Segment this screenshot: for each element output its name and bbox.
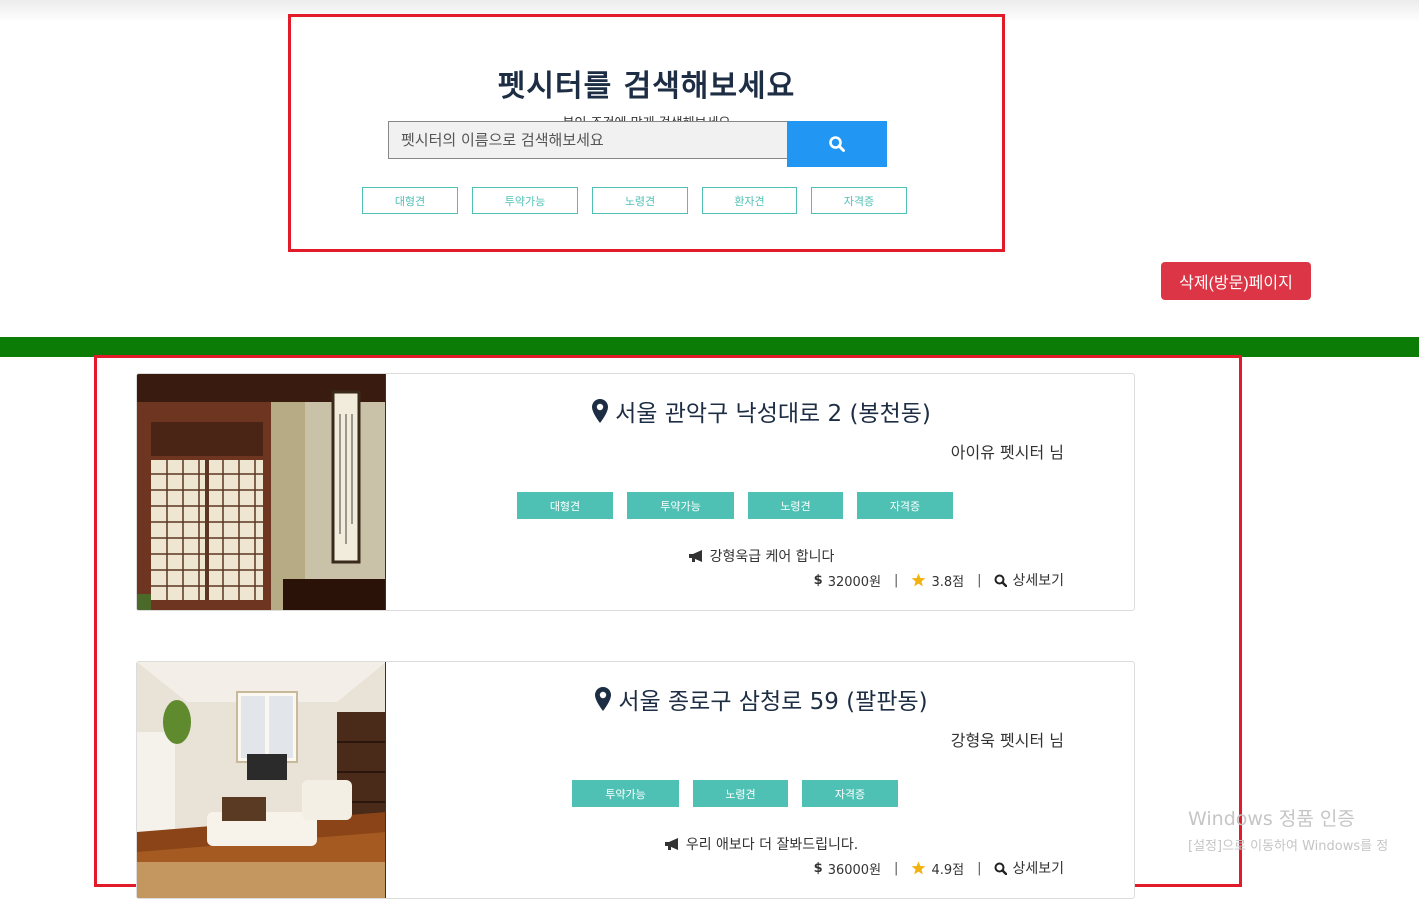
sitter-address: 서울 종로구 삼청로 59 (팔판동) <box>618 689 928 715</box>
sitter-rating: 4.9점 <box>931 862 965 878</box>
windows-activation-watermark: Windows 정품 인증 [설정]으로 이동하여 Windows를 정 <box>1188 804 1388 854</box>
search-icon <box>994 574 1008 587</box>
star-icon <box>912 573 926 587</box>
filter-tag-certificate[interactable]: 자격증 <box>811 187 907 214</box>
search-input[interactable] <box>388 121 788 159</box>
sitter-name: 아이유 펫시터 님 <box>950 443 1064 462</box>
green-divider <box>0 337 1419 357</box>
sitter-card[interactable]: 서울 관악구 낙성대로 2 (봉천동) 아이유 펫시터 님 대형견 투약가능 노… <box>136 373 1135 611</box>
search-icon <box>829 136 845 152</box>
search-section: 펫시터를 검색해보세요 본인 조건에 맞게 검색해보세요 대형견 투약가능 노령… <box>288 14 1005 252</box>
divider: | <box>894 572 899 588</box>
dollar-icon: $ <box>813 572 823 588</box>
divider: | <box>977 572 982 588</box>
search-button[interactable] <box>787 121 887 167</box>
filter-tag-large-dog[interactable]: 대형견 <box>362 187 458 214</box>
detail-link[interactable]: 상세보기 <box>1012 570 1064 590</box>
sitter-tag: 자격증 <box>857 492 953 519</box>
sitter-card[interactable]: 서울 종로구 삼청로 59 (팔판동) 강형욱 펫시터 님 투약가능 노령견 자… <box>136 661 1135 899</box>
sitter-name: 강형욱 펫시터 님 <box>950 731 1064 750</box>
map-marker-icon <box>592 399 609 423</box>
megaphone-icon <box>664 838 678 850</box>
detail-link[interactable]: 상세보기 <box>1012 858 1064 878</box>
star-icon <box>912 861 926 875</box>
watermark-title: Windows 정품 인증 <box>1188 808 1355 830</box>
sitter-tags: 투약가능 노령견 자격증 <box>386 780 1134 808</box>
sitter-tag: 자격증 <box>802 780 898 807</box>
sitter-price: 36000원 <box>827 862 882 878</box>
search-title: 펫시터를 검색해보세요 <box>497 69 796 104</box>
dollar-icon: $ <box>813 860 823 876</box>
delete-visit-page-button[interactable]: 삭제(방문)페이지 <box>1161 262 1311 300</box>
sitter-tag: 대형견 <box>517 492 613 519</box>
sitter-tags: 대형견 투약가능 노령견 자격증 <box>386 492 1134 520</box>
filter-tag-sick-dog[interactable]: 환자견 <box>702 187 797 214</box>
sitter-tag: 노령견 <box>693 780 788 807</box>
sitter-price: 32000원 <box>827 574 882 590</box>
sitter-tag: 투약가능 <box>627 492 734 519</box>
search-icon <box>994 862 1008 875</box>
sitter-tag: 투약가능 <box>572 780 679 807</box>
sitter-address: 서울 관악구 낙성대로 2 (봉천동) <box>615 401 931 427</box>
divider: | <box>977 860 982 876</box>
sitter-photo <box>137 374 386 610</box>
sitter-tag: 노령견 <box>748 492 843 519</box>
filter-tag-senior-dog[interactable]: 노령견 <box>592 187 688 214</box>
sitter-message: 강형욱급 케어 합니다 <box>709 549 835 565</box>
sitter-photo <box>137 662 386 898</box>
filter-tags: 대형견 투약가능 노령견 환자견 자격증 <box>291 187 1002 215</box>
sitter-message: 우리 애보다 더 잘봐드립니다. <box>685 837 859 853</box>
divider: | <box>894 860 899 876</box>
sitter-rating: 3.8점 <box>931 574 965 590</box>
filter-tag-medication[interactable]: 투약가능 <box>472 187 578 214</box>
watermark-subtitle: [설정]으로 이동하여 Windows를 정 <box>1188 839 1389 854</box>
megaphone-icon <box>688 550 702 562</box>
map-marker-icon <box>595 687 612 711</box>
